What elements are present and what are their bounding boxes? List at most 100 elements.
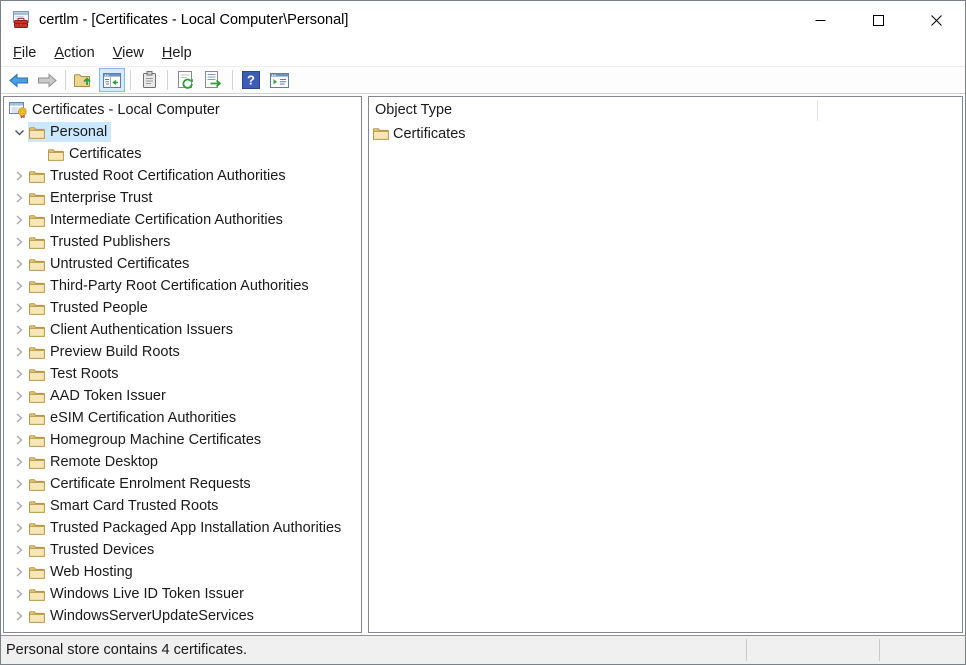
list-item-certificates[interactable]: Certificates [369,123,962,144]
tree-item-untrusted-certificates[interactable]: Untrusted Certificates [4,253,361,275]
toolbar-separator [232,70,233,90]
chevron-right-icon[interactable] [10,542,28,558]
tree-item-label: Preview Build Roots [50,344,180,360]
refresh-button[interactable] [173,68,199,92]
chevron-right-icon[interactable] [10,366,28,382]
tree-item-certificates-local-computer[interactable]: Certificates - Local Computer [4,99,361,121]
menu-action[interactable]: Action [45,41,103,65]
tree-item-label: Trusted Packaged App Installation Author… [50,520,341,536]
tree-item-trusted-root-certification-authorities[interactable]: Trusted Root Certification Authorities [4,165,361,187]
console-tree-pane: Certificates - Local ComputerPersonalCer… [3,96,362,633]
chevron-right-icon[interactable] [10,234,28,250]
tree-item-intermediate-certification-authorities[interactable]: Intermediate Certification Authorities [4,209,361,231]
console-tree-icon [103,73,121,88]
chevron-right-icon[interactable] [10,212,28,228]
tree-item-personal[interactable]: Personal [4,121,361,143]
tree-item-trusted-devices[interactable]: Trusted Devices [4,539,361,561]
tree-item-homegroup-machine-certificates[interactable]: Homegroup Machine Certificates [4,429,361,451]
tree-item-label: Homegroup Machine Certificates [50,432,261,448]
tree-item-aad-token-issuer[interactable]: AAD Token Issuer [4,385,361,407]
chevron-right-icon[interactable] [10,256,28,272]
folder-icon [29,368,45,381]
tree-item-smart-card-trusted-roots[interactable]: Smart Card Trusted Roots [4,495,361,517]
chevron-right-icon[interactable] [10,278,28,294]
chevron-spacer [29,146,47,162]
tree-item-esim-certification-authorities[interactable]: eSIM Certification Authorities [4,407,361,429]
folder-icon [29,236,45,249]
up-one-level-button[interactable] [71,68,97,92]
maximize-icon [873,15,884,26]
toolbar-separator [130,70,131,90]
tree-item-label: Certificates - Local Computer [32,102,220,118]
chevron-right-icon[interactable] [10,608,28,624]
chevron-right-icon[interactable] [10,168,28,184]
clipboard-icon [142,71,157,89]
back-arrow-icon [9,73,29,88]
chevron-right-icon[interactable] [10,454,28,470]
chevron-right-icon[interactable] [10,476,28,492]
maximize-button[interactable] [849,1,907,39]
title-bar[interactable]: certlm - [Certificates - Local Computer\… [1,1,965,39]
tree-item-certificate-enrolment-requests[interactable]: Certificate Enrolment Requests [4,473,361,495]
help-button[interactable]: ? [238,68,264,92]
folder-icon [29,478,45,491]
tree-item-trusted-publishers[interactable]: Trusted Publishers [4,231,361,253]
tree-item-certificates[interactable]: Certificates [4,143,361,165]
column-header-object-type[interactable]: Object Type [369,97,817,123]
export-list-button[interactable] [201,68,227,92]
back-button[interactable] [6,68,32,92]
folder-icon [29,390,45,403]
chevron-right-icon[interactable] [10,322,28,338]
folder-icon [29,214,45,227]
chevron-right-icon[interactable] [10,564,28,580]
tree-item-third-party-root-certification-authorities[interactable]: Third-Party Root Certification Authoriti… [4,275,361,297]
status-text: Personal store contains 4 certificates. [6,642,247,658]
tree-item-trusted-people[interactable]: Trusted People [4,297,361,319]
chevron-right-icon[interactable] [10,410,28,426]
chevron-right-icon[interactable] [10,586,28,602]
chevron-right-icon[interactable] [10,498,28,514]
menu-file[interactable]: File [4,41,45,65]
tree-item-client-authentication-issuers[interactable]: Client Authentication Issuers [4,319,361,341]
chevron-right-icon[interactable] [10,190,28,206]
show-hide-console-tree-button[interactable] [99,68,125,92]
tree-item-trusted-packaged-app-installation-authorities[interactable]: Trusted Packaged App Installation Author… [4,517,361,539]
show-hide-action-pane-button[interactable] [266,68,292,92]
tree-item-enterprise-trust[interactable]: Enterprise Trust [4,187,361,209]
chevron-right-icon[interactable] [10,300,28,316]
tree-item-remote-desktop[interactable]: Remote Desktop [4,451,361,473]
toolbar: ? [1,66,965,94]
tree-item-label: Test Roots [50,366,119,382]
column-divider[interactable] [817,100,818,121]
folder-icon [29,170,45,183]
help-icon: ? [242,71,260,89]
menu-view[interactable]: View [104,41,153,65]
tree-item-label: Smart Card Trusted Roots [50,498,218,514]
tree-item-windows-live-id-token-issuer[interactable]: Windows Live ID Token Issuer [4,583,361,605]
forward-button[interactable] [34,68,60,92]
chevron-down-icon[interactable] [10,124,28,140]
toolbar-separator [167,70,168,90]
list-item-label: Certificates [393,126,466,142]
folder-icon [29,434,45,447]
folder-icon [29,610,45,623]
chevron-right-icon[interactable] [10,388,28,404]
chevron-right-icon[interactable] [10,520,28,536]
close-button[interactable] [907,1,965,39]
tree-item-test-roots[interactable]: Test Roots [4,363,361,385]
tree-item-web-hosting[interactable]: Web Hosting [4,561,361,583]
folder-icon [29,324,45,337]
menu-help[interactable]: Help [153,41,201,65]
menu-bar: File Action View Help [1,39,965,66]
chevron-right-icon[interactable] [10,432,28,448]
folder-icon [29,588,45,601]
close-icon [931,15,942,26]
tree-item-preview-build-roots[interactable]: Preview Build Roots [4,341,361,363]
chevron-right-icon[interactable] [10,344,28,360]
minimize-button[interactable] [791,1,849,39]
clipboard-button[interactable] [136,68,162,92]
tree-item-label: eSIM Certification Authorities [50,410,236,426]
tree-item-windowsserverupdateservices[interactable]: WindowsServerUpdateServices [4,605,361,627]
folder-icon [29,126,45,139]
folder-icon [29,522,45,535]
